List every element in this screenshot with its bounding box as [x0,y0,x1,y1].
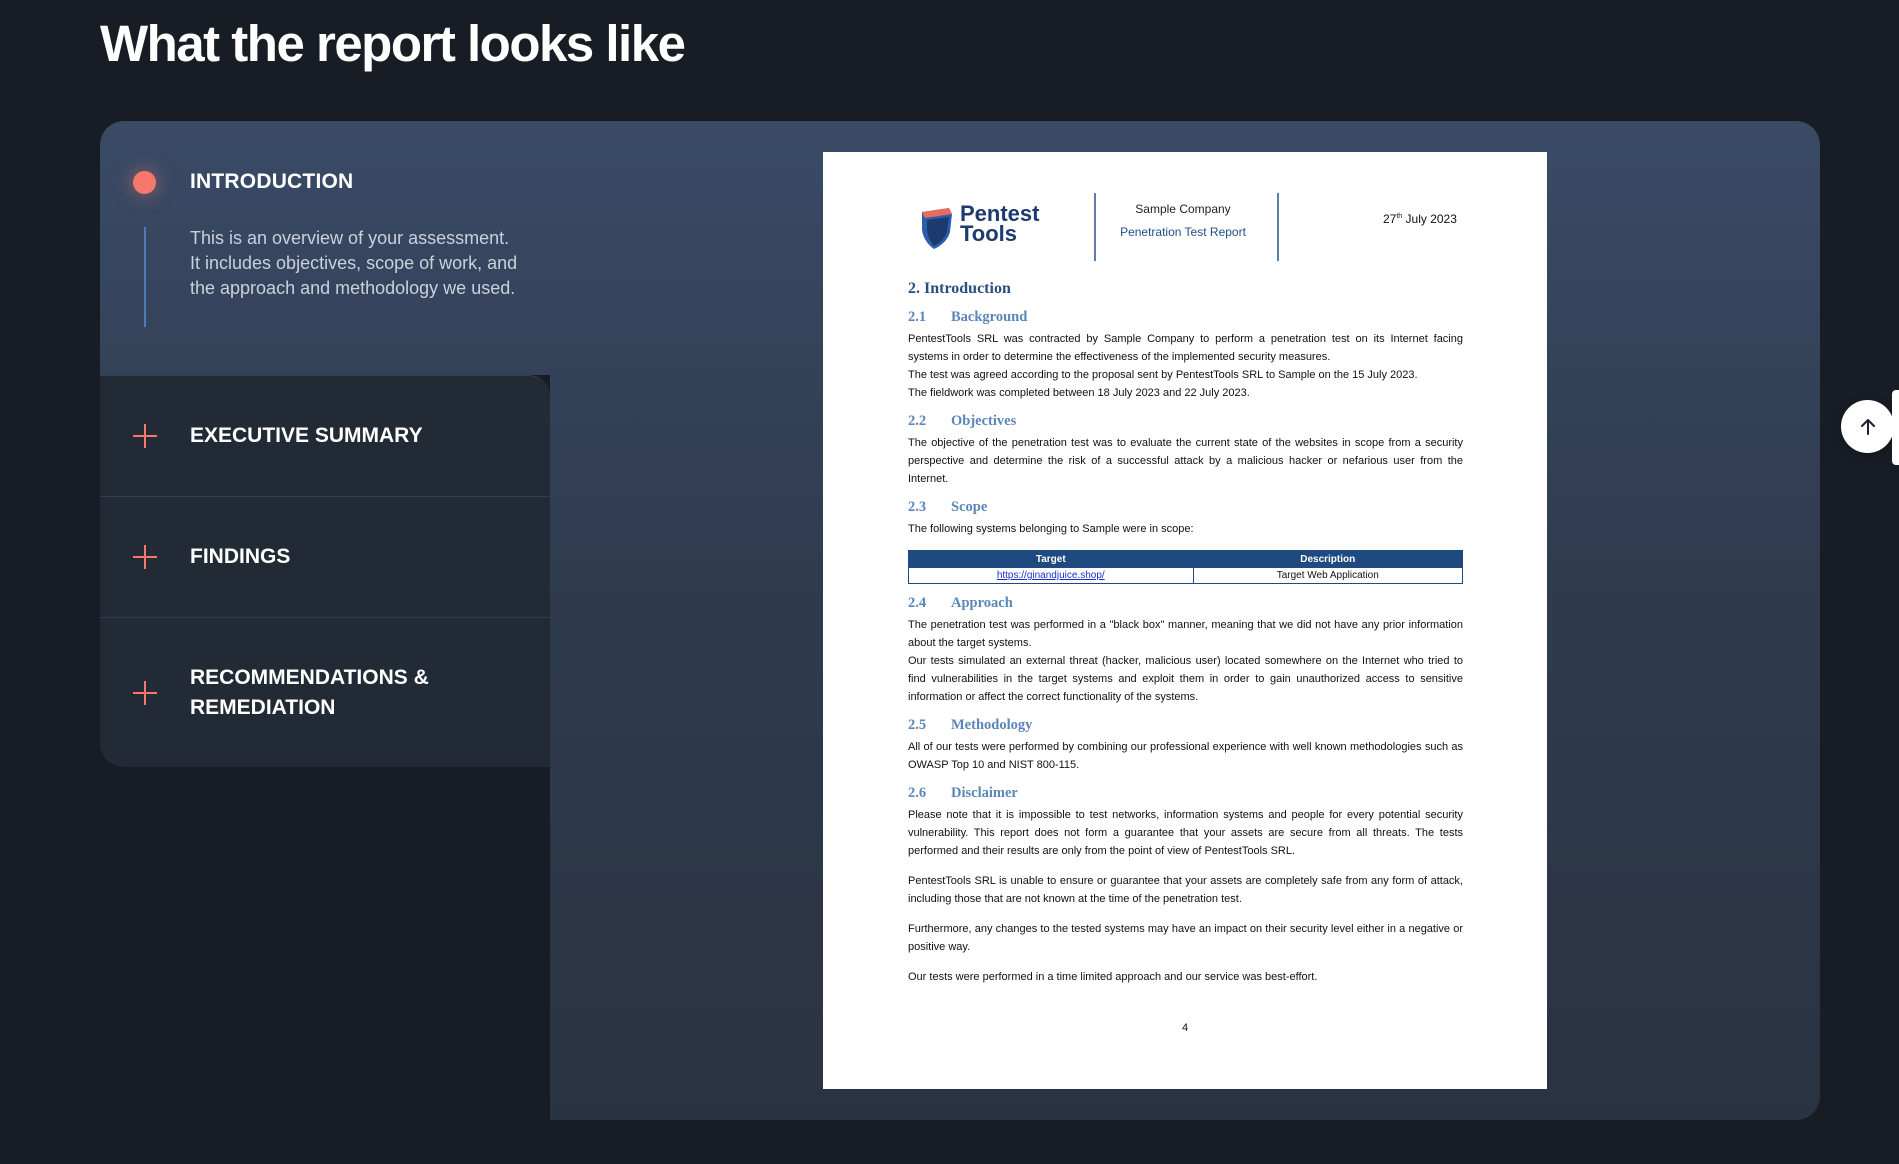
accordion-label: EXECUTIVE SUMMARY [190,424,423,447]
paragraph: The fieldwork was completed between 18 J… [908,387,1250,399]
section-heading: 2.3 Scope [908,499,988,515]
table-header: Target [908,550,1194,568]
accordion-item-executive-summary[interactable]: EXECUTIVE SUMMARY [100,375,550,496]
report-heading: 2. Introduction [908,280,1011,297]
accordion-item-findings[interactable]: FINDINGS [100,496,550,617]
accordion-description: This is an overview of your assessment. … [190,228,518,298]
paragraph: The objective of the penetration test wa… [908,437,1463,485]
table-header: Description [1192,550,1463,568]
paragraph: The following systems belonging to Sampl… [908,523,1194,535]
report-body: 2. Introduction 2.1 Background PentestToo… [908,276,1463,986]
report-sections-accordion: INTRODUCTION This is an overview of your… [100,121,550,767]
paragraph: All of our tests were performed by combi… [908,741,1463,771]
paragraph: Our tests simulated an external threat (… [908,655,1463,703]
report-title: Penetration Test Report [1120,225,1246,239]
accordion-item-recommendations[interactable]: RECOMMENDATIONS & REMEDIATION [100,617,550,767]
arrow-up-icon [1860,418,1875,435]
progress-line [144,227,146,327]
paragraph: PentestTools SRL was contracted by Sampl… [908,333,1463,363]
paragraph: PentestTools SRL is unable to ensure or … [908,875,1463,905]
header-divider [1277,193,1279,261]
section-heading: 2.1 Background [908,309,1028,325]
table-row: https://ginandjuice.shop/ Target Web App… [908,567,1463,584]
accordion-item-introduction[interactable]: INTRODUCTION This is an overview of your… [100,121,550,375]
scope-table: Target Description https://ginandjuice.s… [908,550,1463,584]
table-cell: Target Web Application [1192,567,1463,584]
scroll-to-top-button[interactable] [1841,400,1894,453]
paragraph: Furthermore, any changes to the tested s… [908,923,1463,953]
page-number: 4 [1181,1022,1189,1034]
side-feedback-tab[interactable] [1892,390,1899,465]
paragraph: The penetration test was performed in a … [908,619,1463,649]
report-header: Pentest Tools Sample Company Penetration… [823,152,1547,272]
paragraph: Please note that it is impossible to tes… [908,809,1463,857]
section-heading: 2.6 Disclaimer [908,785,1018,801]
report-company: Sample Company [1135,202,1231,216]
shield-logo-icon [922,208,952,249]
accordion-label: RECOMMENDATIONS & REMEDIATION [190,665,429,719]
section-heading: 2.4 Approach [908,595,1013,611]
accordion-title: INTRODUCTION [190,170,354,193]
accordion-label: FINDINGS [190,545,291,568]
section-heading: 2.5 Methodology [908,717,1033,733]
target-link[interactable]: https://ginandjuice.shop/ [997,570,1105,581]
active-dot-icon [133,171,156,194]
plus-icon [133,424,157,448]
paragraph: Our tests were performed in a time limit… [908,971,1318,983]
logo-line-2: Tools [960,221,1018,246]
paragraph: The test was agreed according to the pro… [908,369,1418,381]
report-page-preview: Pentest Tools Sample Company Penetration… [823,152,1547,1089]
plus-icon [133,545,157,569]
plus-icon [133,680,157,705]
section-title: What the report looks like [100,15,686,72]
report-date: 27th July 2023 [1383,212,1457,226]
section-heading: 2.2 Objectives [908,413,1017,429]
